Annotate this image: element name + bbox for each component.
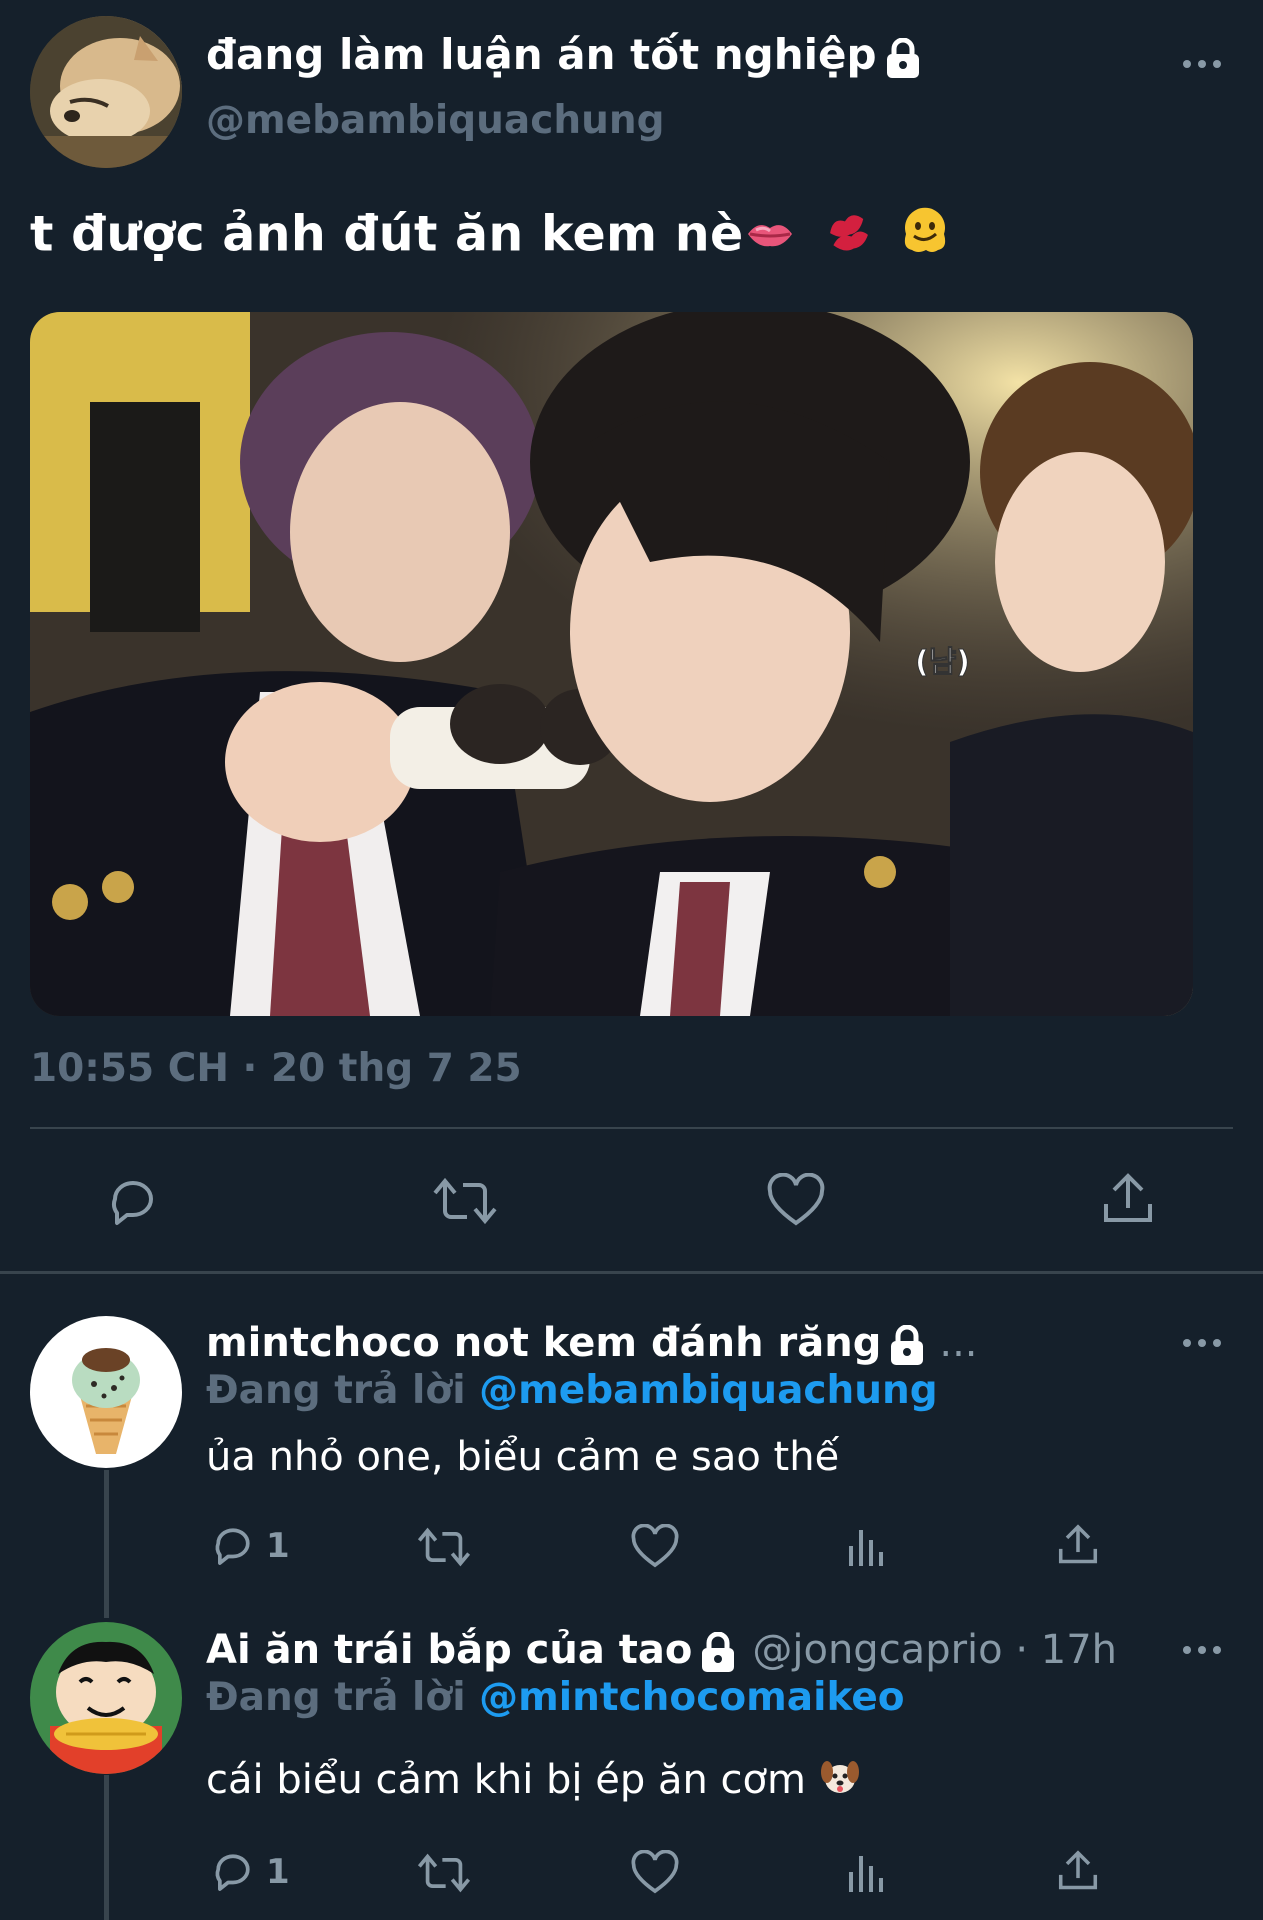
like-icon[interactable] — [766, 1173, 826, 1229]
reply-icon[interactable] — [105, 1173, 161, 1229]
share-icon[interactable] — [1056, 1522, 1100, 1568]
reply-display-name[interactable]: Ai ăn trái bắp của tao @jongcaprio · 17h — [206, 1627, 1117, 1673]
melting-face-emoji — [898, 204, 952, 270]
reply-count: 1 — [266, 1852, 290, 1892]
photo-caption: (냠) — [915, 645, 970, 680]
replying-to: Đang trả lời @mebambiquachung — [206, 1368, 938, 1413]
tweet-timestamp[interactable]: 10:55 CH · 20 thg 7 25 — [30, 1046, 522, 1091]
retweet-icon[interactable] — [416, 1524, 472, 1570]
replying-to: Đang trả lời @mintchocomaikeo — [206, 1675, 905, 1720]
kiss-mark-emoji — [823, 207, 873, 267]
retweet-icon[interactable] — [431, 1173, 499, 1229]
lips-emoji — [744, 209, 796, 266]
dog-face-emoji — [819, 1756, 861, 1808]
author-handle[interactable]: @mebambiquachung — [206, 98, 665, 143]
name-truncation-ellipsis: ... — [939, 1320, 978, 1366]
author-name-text: đang làm luận án tốt nghiệp — [206, 30, 877, 79]
analytics-icon[interactable] — [846, 1852, 886, 1894]
tweet-detail-page: đang làm luận án tốt nghiệp @mebambiquac… — [0, 0, 1263, 1920]
tweet-photo[interactable]: (냠) — [30, 312, 1193, 1016]
lock-icon — [886, 37, 919, 78]
reply-text: cái biểu cảm khi bị ép ăn cơm — [206, 1756, 861, 1808]
divider — [30, 1127, 1233, 1129]
reply-avatar[interactable] — [30, 1316, 182, 1468]
like-icon[interactable] — [630, 1524, 680, 1570]
retweet-icon[interactable] — [416, 1850, 472, 1896]
share-icon[interactable] — [1100, 1170, 1156, 1228]
lock-icon — [702, 1632, 735, 1672]
analytics-icon[interactable] — [846, 1526, 886, 1568]
tweet-text-content: t được ảnh đút ăn kem nè — [30, 205, 744, 263]
author-avatar[interactable] — [30, 16, 182, 168]
section-divider — [0, 1271, 1263, 1274]
like-icon[interactable] — [630, 1850, 680, 1896]
reply-name-text: mintchoco not kem đánh răng — [206, 1320, 882, 1366]
thread-connector-line — [104, 1470, 109, 1618]
more-options-icon[interactable] — [1183, 1339, 1223, 1349]
more-options-icon[interactable] — [1183, 60, 1223, 70]
reply-avatar[interactable] — [30, 1622, 182, 1774]
replying-to-label: Đang trả lời — [206, 1368, 466, 1413]
author-display-name[interactable]: đang làm luận án tốt nghiệp — [206, 30, 921, 79]
mention-link[interactable]: @mebambiquachung — [479, 1368, 938, 1413]
mention-link[interactable]: @mintchocomaikeo — [479, 1675, 904, 1720]
reply-icon[interactable] — [210, 1522, 256, 1568]
reply-display-name[interactable]: mintchoco not kem đánh răng... — [206, 1320, 978, 1366]
reply-count: 1 — [266, 1526, 290, 1566]
share-icon[interactable] — [1056, 1848, 1100, 1894]
replying-to-label: Đang trả lời — [206, 1675, 466, 1720]
thread-connector-line — [104, 1775, 109, 1920]
lock-icon — [891, 1325, 924, 1365]
reply-icon[interactable] — [210, 1848, 256, 1894]
reply-name-text: Ai ăn trái bắp của tao — [206, 1627, 693, 1673]
reply-text: ủa nhỏ one, biểu cảm e sao thế — [206, 1434, 840, 1480]
tweet-text: t được ảnh đút ăn kem nè — [30, 204, 952, 270]
reply-text-content: cái biểu cảm khi bị ép ăn cơm — [206, 1757, 806, 1803]
more-options-icon[interactable] — [1183, 1646, 1223, 1656]
reply-handle-and-time[interactable]: @jongcaprio · 17h — [752, 1627, 1117, 1673]
